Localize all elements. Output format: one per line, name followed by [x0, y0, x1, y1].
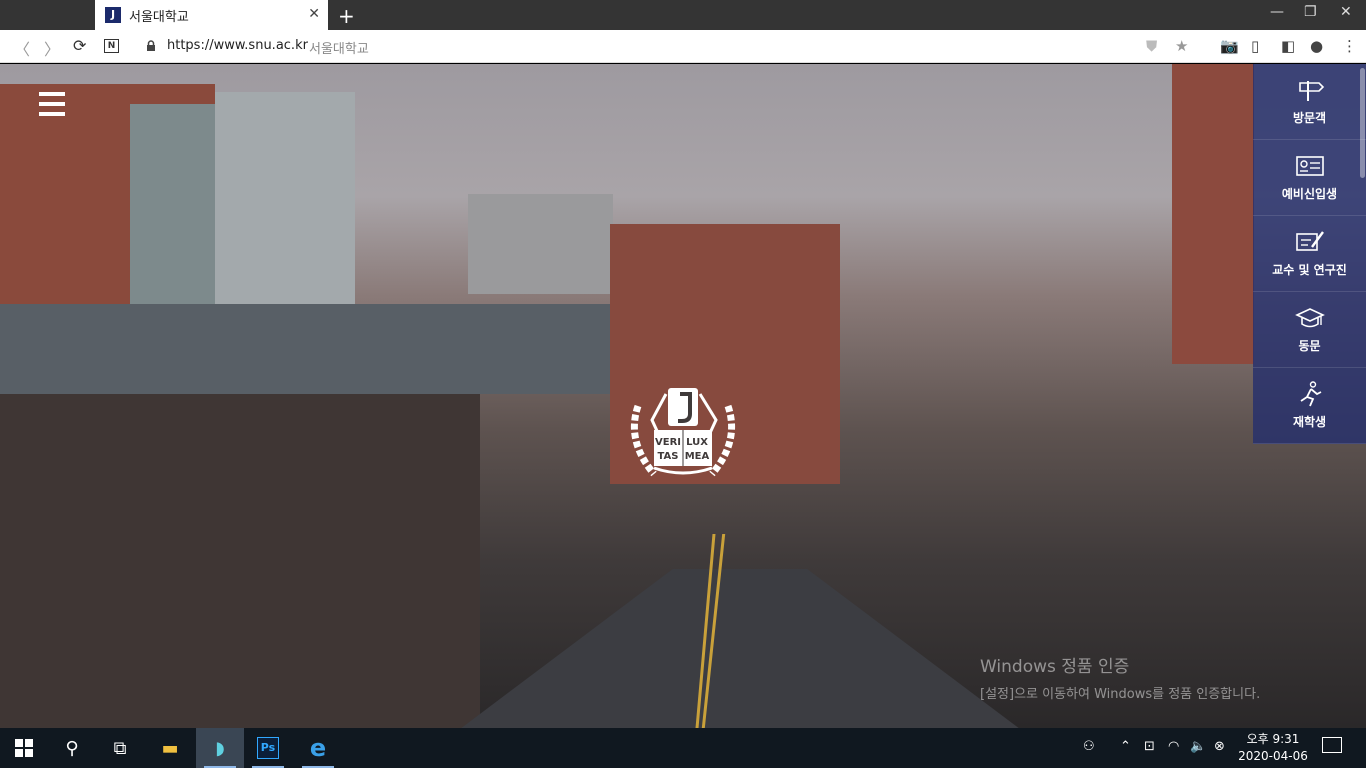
address-bar: 〈 〉 ⟳ N https://www.snu.ac.kr 서울대학교 ⛊ ★ … [0, 30, 1366, 63]
file-explorer-icon[interactable]: ▬ [146, 728, 194, 768]
id-card-icon [1295, 156, 1324, 176]
photoshop-icon[interactable]: Ps [244, 728, 292, 768]
browser-tab-bar: J 서울대학교 ✕ + — ❐ ✕ [0, 0, 1366, 30]
building-right [1172, 64, 1254, 364]
quick-menu-current-students[interactable]: 재학생 [1253, 368, 1366, 444]
shield-icon[interactable]: ⛊ [1146, 37, 1157, 55]
show-hidden-icons-chevron-icon[interactable]: ⌃ [1120, 739, 1131, 754]
building-glass [130, 104, 220, 334]
action-center-icon[interactable] [1322, 737, 1342, 753]
signpost-icon [1298, 81, 1324, 101]
network-adapter-icon[interactable]: ⊡ [1144, 739, 1155, 754]
quick-menu-label: 재학생 [1292, 415, 1327, 429]
hamburger-menu-icon[interactable] [39, 92, 65, 122]
quick-menu-label: 동문 [1298, 339, 1321, 353]
more-menu-icon[interactable]: ⋮ [1342, 37, 1357, 55]
emblem-text-lux: LUX [686, 437, 708, 448]
quick-menu-faculty[interactable]: 교수 및 연구진 [1253, 216, 1366, 292]
bookmark-star-icon[interactable]: ★ [1175, 37, 1188, 55]
whale-browser-icon[interactable]: ◗ [196, 728, 244, 768]
minimize-icon[interactable]: — [1270, 4, 1284, 20]
clock-time: 오후 9:31 [1246, 732, 1300, 746]
search-icon[interactable]: ⚲ [48, 728, 96, 768]
quick-menu-alumni[interactable]: 동문 [1253, 292, 1366, 368]
task-view-icon[interactable]: ⧉ [96, 728, 144, 768]
internet-explorer-icon[interactable]: e [294, 728, 342, 768]
emblem-text-veri: VERI [655, 437, 681, 448]
back-icon[interactable]: 〈 [14, 36, 30, 60]
clock-date: 2020-04-06 [1238, 749, 1308, 763]
quick-menu-label: 예비신입생 [1281, 187, 1338, 201]
emblem-text-mea: MEA [685, 451, 710, 462]
road [460, 569, 1020, 728]
start-button[interactable] [0, 728, 48, 768]
watermark-title: Windows 정품 인증 [980, 657, 1130, 677]
quick-menu-prospective-students[interactable]: 예비신입생 [1253, 140, 1366, 216]
quick-menu-visitor[interactable]: 방문객 [1253, 64, 1366, 140]
wifi-icon[interactable]: ◠ [1168, 739, 1179, 754]
browser-tab[interactable]: J 서울대학교 ✕ [95, 0, 328, 30]
windows-activation-watermark: Windows 정품 인증 [설정]으로 이동하여 Windows를 정품 인증… [980, 652, 1260, 702]
scrollbar-thumb[interactable] [1360, 68, 1365, 178]
lock-icon [147, 40, 155, 51]
naver-icon[interactable]: N [104, 39, 119, 53]
tab-title: 서울대학교 [129, 9, 189, 25]
watermark-subtitle: [설정]으로 이동하여 Windows를 정품 인증합니다. [980, 687, 1261, 702]
quick-menu-label: 교수 및 연구진 [1272, 263, 1347, 277]
system-clock[interactable]: 오후 9:31 2020-04-06 [1236, 731, 1310, 765]
restore-icon[interactable]: ❐ [1304, 4, 1317, 20]
tab-close-icon[interactable]: ✕ [308, 6, 320, 22]
forward-icon[interactable]: 〉 [44, 36, 60, 60]
ime-mode-icon[interactable]: ⊗ [1214, 739, 1225, 754]
reader-icon[interactable]: ▯ [1251, 37, 1259, 55]
url-text[interactable]: https://www.snu.ac.kr [167, 38, 308, 53]
snu-favicon-icon: J [105, 7, 121, 23]
bridge-walkway [0, 304, 630, 394]
page-scrollbar[interactable] [1358, 64, 1366, 728]
walking-person-icon [1300, 381, 1321, 407]
quick-menu: 방문객 예비신입생 교수 및 연구진 동문 재학생 [1253, 64, 1366, 444]
new-tab-button[interactable]: + [338, 4, 355, 28]
windows-taskbar: ⚲ ⧉ ▬ ◗ Ps e ⚇ ⌃ ⊡ ◠ 🔈 ⊗ 오후 9:31 2020-04… [0, 728, 1366, 768]
pen-board-icon [1295, 231, 1324, 251]
windows-logo-icon [15, 739, 33, 757]
url-page-title: 서울대학교 [309, 42, 369, 57]
emblem-text-tas: TAS [658, 451, 679, 462]
reload-icon[interactable]: ⟳ [73, 36, 86, 55]
profile-icon[interactable]: ● [1310, 37, 1323, 55]
snu-emblem-logo: VERI LUX TAS MEA [630, 388, 736, 477]
sidewalk-left [0, 394, 480, 728]
building-center-grey [468, 194, 613, 294]
sidebar-icon[interactable]: ◧ [1281, 37, 1295, 55]
camera-icon[interactable]: 📷 [1220, 37, 1239, 55]
hero-section: VERI LUX TAS MEA 방문객 예비신입생 교수 및 연구진 동문 재… [0, 64, 1366, 728]
volume-icon[interactable]: 🔈 [1190, 739, 1206, 754]
people-icon[interactable]: ⚇ [1083, 739, 1095, 754]
window-close-icon[interactable]: ✕ [1340, 4, 1352, 20]
graduation-cap-icon [1294, 308, 1325, 328]
quick-menu-label: 방문객 [1292, 111, 1327, 125]
